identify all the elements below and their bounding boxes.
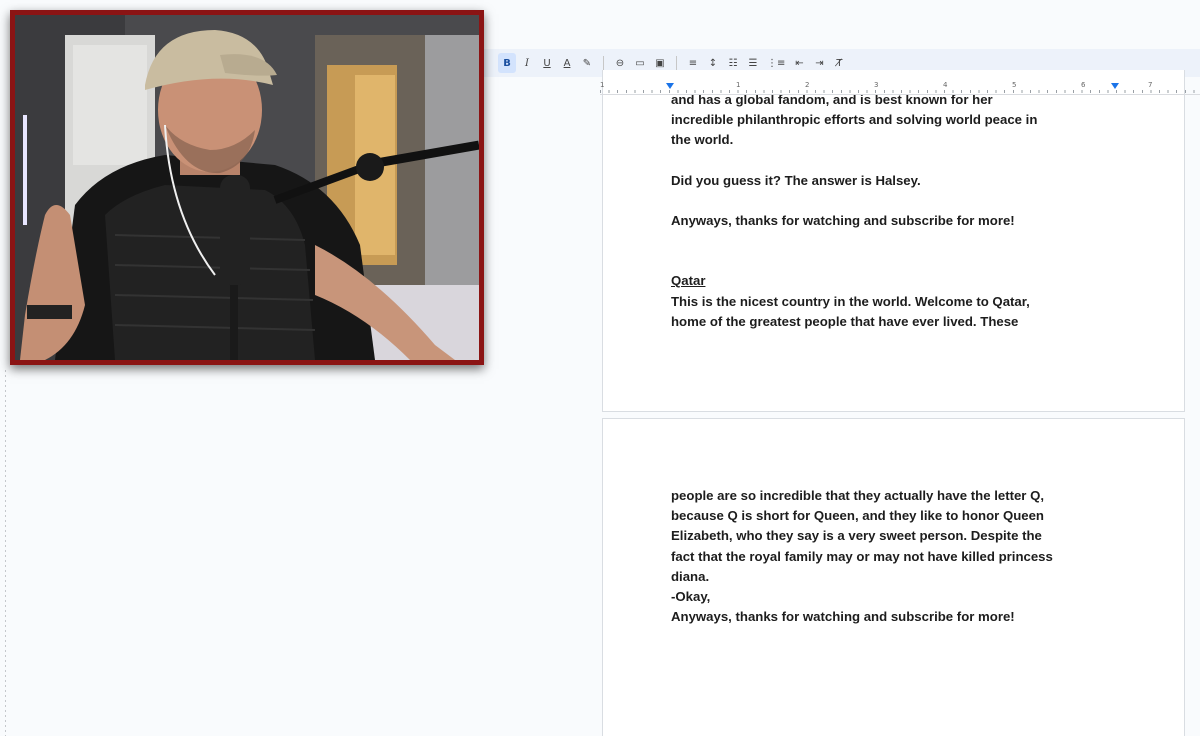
text-line: -Okay, bbox=[671, 589, 711, 605]
document-page-2[interactable]: people are so incredible that they actua… bbox=[602, 418, 1185, 736]
horizontal-ruler[interactable]: 1 1 2 3 4 5 6 7 bbox=[600, 81, 1200, 95]
ruler-number: 4 bbox=[943, 81, 948, 89]
text-line: diana. bbox=[671, 568, 710, 584]
text-line: people are so incredible that they actua… bbox=[671, 488, 1045, 503]
ruler-number: 3 bbox=[874, 81, 879, 89]
left-margin-guide bbox=[5, 370, 6, 736]
ruler-number: 1 bbox=[600, 81, 605, 89]
highlight-icon[interactable]: ✎ bbox=[578, 53, 596, 73]
text-line: This is the nicest country in the world.… bbox=[671, 293, 1030, 309]
ruler-number: 1 bbox=[736, 81, 741, 89]
text-line: home of the greatest people that have ev… bbox=[671, 313, 1019, 329]
italic-button[interactable]: I bbox=[518, 53, 536, 73]
ruler-number: 5 bbox=[1012, 81, 1017, 89]
ruler-number: 6 bbox=[1081, 81, 1086, 89]
text-line: incredible philanthropic efforts and sol… bbox=[671, 112, 1038, 128]
underline-button[interactable]: U bbox=[538, 53, 556, 73]
page-2-body[interactable]: people are so incredible that they actua… bbox=[671, 486, 1131, 627]
text-line: Anyways, thanks for watching and subscri… bbox=[671, 609, 1015, 625]
section-heading: Qatar bbox=[671, 273, 706, 289]
text-line: Elizabeth, who they say is a very sweet … bbox=[671, 528, 1042, 544]
page-1-body[interactable]: and has a global fandom, and is best kno… bbox=[671, 90, 1131, 332]
toolbar-divider bbox=[603, 56, 604, 70]
text-line: the world. bbox=[671, 132, 734, 148]
ruler-number: 7 bbox=[1148, 81, 1153, 89]
right-indent-marker[interactable] bbox=[1111, 83, 1119, 89]
text-line: Did you guess it? The answer is Halsey. bbox=[671, 172, 921, 188]
text-line: Anyways, thanks for watching and subscri… bbox=[671, 213, 1015, 229]
text-color-button[interactable]: A bbox=[558, 53, 576, 73]
webcam-overlay bbox=[10, 10, 484, 365]
toolbar-divider bbox=[676, 56, 677, 70]
webcam-video-frame bbox=[15, 15, 479, 360]
ruler-number: 2 bbox=[805, 81, 810, 89]
left-indent-marker[interactable] bbox=[666, 83, 674, 89]
bold-button[interactable]: B bbox=[498, 53, 516, 73]
text-line: fact that the royal family may or may no… bbox=[671, 548, 1053, 564]
document-page-1[interactable]: and has a global fandom, and is best kno… bbox=[602, 70, 1185, 412]
text-line: because Q is short for Queen, and they l… bbox=[671, 508, 1044, 524]
